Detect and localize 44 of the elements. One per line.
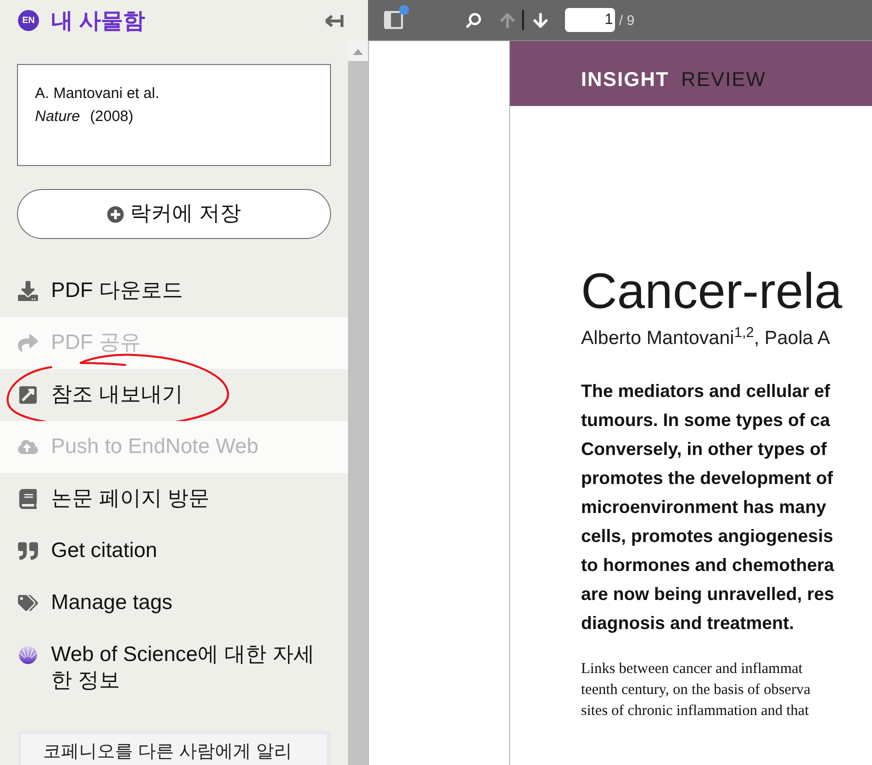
language-badge[interactable]: EN [18, 10, 39, 31]
abstract-line: tumours. In some types of ca [581, 408, 832, 432]
collapse-icon[interactable] [324, 12, 344, 28]
abstract-line: microenvironment has many [581, 496, 828, 519]
share-arrow-icon [18, 333, 38, 353]
sidebar-action[interactable]: 참조 내보내기 [0, 369, 348, 421]
citation-authors: A. Mantovani et al. [35, 84, 160, 104]
sidebar-action[interactable]: 논문 페이지 방문 [0, 473, 348, 525]
scroll-up-icon[interactable] [353, 49, 363, 55]
abstract-line: The mediators and cellular ef [581, 380, 832, 402]
article-authors: Alberto Mantovani$^{1,2}$, Paola A [581, 325, 832, 351]
external-link-icon [18, 385, 38, 405]
quote-icon [18, 541, 38, 561]
body-text-line: sites of chronic inflammation and that [581, 702, 810, 720]
sidebar-title: 내 사물함 [51, 7, 146, 35]
sidebar-toggle-icon[interactable] [384, 10, 404, 30]
globe-icon [18, 645, 38, 665]
save-to-locker-button[interactable]: 락커에 저장 [17, 189, 331, 239]
abstract-line: cells, promotes angiogenesis [581, 524, 834, 548]
body-text-line: teenth century, on the basis of observa [581, 680, 812, 700]
sidebar-action[interactable]: Get citation [0, 525, 348, 577]
page-count: / 9 [619, 10, 635, 30]
down-arrow-icon[interactable] [532, 12, 549, 28]
publication-year: (2008) [90, 107, 134, 127]
tags-icon [18, 593, 38, 613]
cloud-upload-icon [18, 437, 38, 457]
abstract-line: to hormones and chemothera [581, 554, 836, 576]
abstract-line: are now being unravelled, res [581, 582, 836, 606]
sidebar-action[interactable]: Manage tags [0, 577, 348, 629]
sidebar-action[interactable]: PDF 다운로드 [0, 265, 348, 317]
abstract-line: promotes the development of [581, 466, 834, 490]
search-icon[interactable] [466, 12, 481, 28]
body-text-line: Links between cancer and inflammat [581, 660, 804, 678]
sidebar-action[interactable]: Web of Science에 대한 자세한 정보 [0, 629, 348, 707]
book-icon [18, 489, 38, 509]
page-number-field[interactable]: 1 [565, 8, 615, 32]
abstract-line: diagnosis and treatment. [581, 612, 796, 635]
journal-name: Nature [35, 107, 80, 127]
article-title: Cancer-rela [581, 262, 844, 321]
abstract-line: Conversely, in other types of [581, 438, 828, 461]
promo-text: 코페니오를 다른 사람에게 알리 [43, 741, 292, 761]
article-type: REVIEW [681, 68, 766, 93]
section-label: INSIGHT [581, 68, 670, 93]
download-icon [18, 281, 38, 301]
